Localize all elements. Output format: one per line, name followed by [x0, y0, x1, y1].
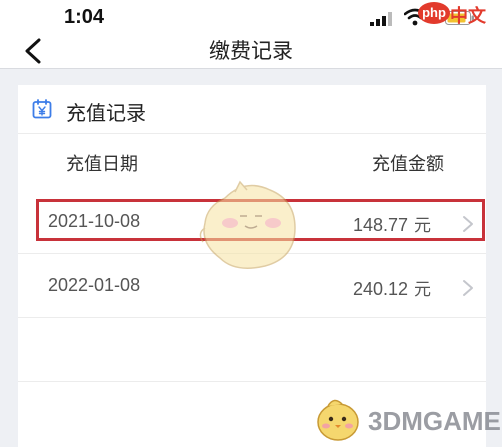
php-watermark: php 中文网 — [418, 2, 502, 53]
row-amount-unit: 元 — [414, 280, 431, 300]
column-header-date: 充值日期 — [66, 154, 138, 175]
status-time: 1:04 — [64, 6, 105, 28]
calendar-yuan-icon — [32, 99, 52, 119]
nav-bar: 缴费记录 — [0, 32, 502, 69]
signal-icon — [370, 12, 392, 26]
php-logo: php — [418, 2, 450, 24]
bird-logo-icon — [317, 399, 359, 441]
status-bar: 1:04 php 中文网 — [0, 0, 502, 53]
row-amount: 240.12 元 — [353, 275, 431, 300]
row-amount-value: 240.12 — [352, 279, 408, 299]
card-header: 充值记录 — [18, 85, 486, 134]
column-header-amount: 充值金额 — [372, 154, 444, 175]
3dmgame-watermark-text: 3DMGAME — [368, 406, 501, 436]
mascot-watermark-icon — [199, 180, 296, 269]
card-title: 充值记录 — [66, 101, 146, 125]
empty-row — [18, 321, 486, 382]
chevron-right-icon — [463, 280, 473, 296]
3dmgame-watermark: 3DMGAME — [312, 392, 502, 447]
row-date: 2022-01-08 — [48, 275, 141, 295]
page-title: 缴费记录 — [209, 39, 293, 63]
